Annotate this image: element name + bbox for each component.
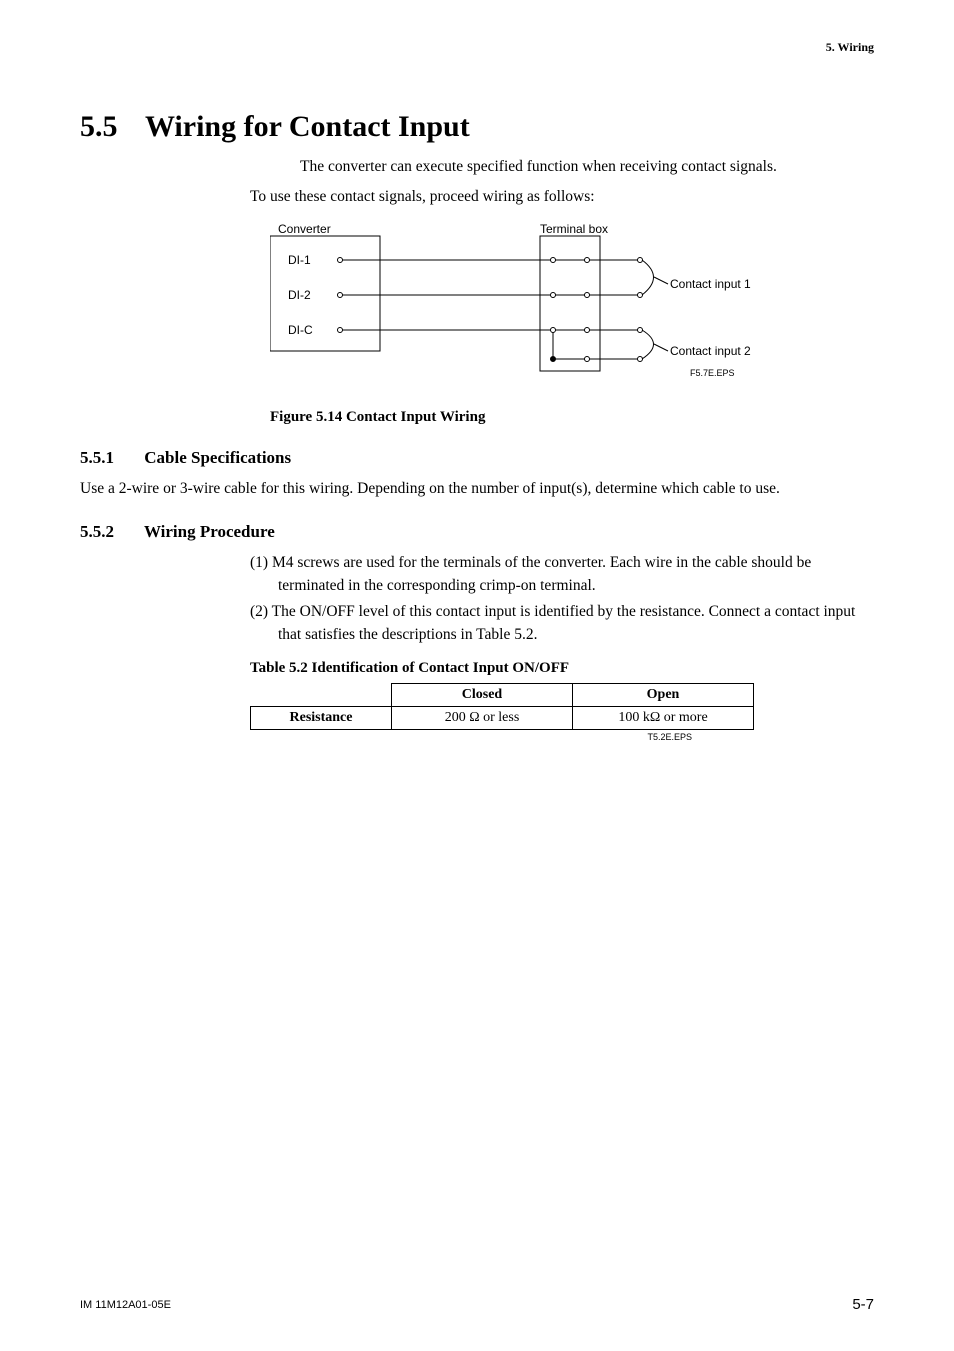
di2-label: DI-2 bbox=[288, 288, 311, 302]
subsection-number-1: 5.5.1 bbox=[80, 448, 140, 468]
tbox-r1 bbox=[585, 258, 590, 263]
col-open: Open bbox=[573, 684, 754, 707]
cell-closed-value: 200 Ω or less bbox=[392, 707, 573, 730]
figure-diagram: Converter DI-1 DI-2 DI-C Terminal box bbox=[270, 224, 874, 399]
subsection-title-2: Wiring Procedure bbox=[144, 522, 275, 541]
page: 5. Wiring 5.5 Wiring for Contact Input T… bbox=[0, 0, 954, 1351]
tbox-l2 bbox=[551, 293, 556, 298]
procedure-item-2: (2) The ON/OFF level of this contact inp… bbox=[250, 601, 874, 646]
dic-label: DI-C bbox=[288, 323, 313, 337]
table-eps-note: T5.2E.EPS bbox=[250, 732, 692, 742]
footer-doc-id: IM 11M12A01-05E bbox=[80, 1299, 171, 1311]
c2-bot bbox=[638, 357, 643, 362]
contact-2-label: Contact input 2 bbox=[670, 344, 751, 358]
section-title: 5.5 Wiring for Contact Input bbox=[80, 110, 874, 144]
table-row: Resistance 200 Ω or less 100 kΩ or more bbox=[251, 707, 754, 730]
tbox-r2 bbox=[585, 293, 590, 298]
cable-spec-paragraph: Use a 2-wire or 3-wire cable for this wi… bbox=[80, 478, 874, 500]
intro-paragraph: To use these contact signals, proceed wi… bbox=[250, 188, 874, 206]
subsection-number-2: 5.5.2 bbox=[80, 522, 140, 542]
subsection-wiring-proc: 5.5.2 Wiring Procedure bbox=[80, 522, 874, 542]
terminal-dic bbox=[338, 328, 343, 333]
procedure-item-2-text: (2) The ON/OFF level of this contact inp… bbox=[250, 601, 874, 646]
section-title-text: Wiring for Contact Input bbox=[145, 110, 470, 143]
footer-page-number: 5-7 bbox=[852, 1296, 874, 1313]
contact-2-arc bbox=[642, 330, 654, 359]
c1-bot bbox=[638, 293, 643, 298]
section-number: 5.5 bbox=[80, 110, 138, 144]
terminal-box bbox=[540, 236, 600, 371]
procedure-item-1: (1) M4 screws are used for the terminals… bbox=[250, 552, 874, 597]
subsection-cable-spec: 5.5.1 Cable Specifications bbox=[80, 448, 874, 468]
intro-paragraph-indented: The converter can execute specified func… bbox=[300, 158, 874, 176]
procedure-item-1-text: (1) M4 screws are used for the terminals… bbox=[250, 552, 874, 597]
tbox-l3 bbox=[551, 328, 556, 333]
c2-top bbox=[638, 328, 643, 333]
row-label-resistance: Resistance bbox=[251, 707, 392, 730]
terminal-di2 bbox=[338, 293, 343, 298]
page-header-chapter: 5. Wiring bbox=[826, 40, 874, 55]
table-header-row: Closed Open bbox=[251, 684, 754, 707]
tbox-l4-junction bbox=[551, 357, 556, 362]
tbox-r4 bbox=[585, 357, 590, 362]
contact-1-arc bbox=[642, 260, 654, 295]
identification-table: Closed Open Resistance 200 Ω or less 100… bbox=[250, 683, 754, 730]
col-closed: Closed bbox=[392, 684, 573, 707]
subsection-title-1: Cable Specifications bbox=[144, 448, 291, 467]
tbox-r3 bbox=[585, 328, 590, 333]
terminal-di1 bbox=[338, 258, 343, 263]
table-caption: Table 5.2 Identification of Contact Inpu… bbox=[250, 660, 874, 677]
di1-label: DI-1 bbox=[288, 253, 311, 267]
figure-caption: Figure 5.14 Contact Input Wiring bbox=[270, 409, 874, 426]
converter-box bbox=[270, 236, 380, 351]
table-corner-empty bbox=[251, 684, 392, 707]
converter-label: Converter bbox=[278, 224, 331, 236]
c1-top bbox=[638, 258, 643, 263]
tbox-l1 bbox=[551, 258, 556, 263]
contact-1-label: Contact input 1 bbox=[670, 277, 751, 291]
contact-2-leader bbox=[654, 344, 668, 351]
terminal-box-label: Terminal box bbox=[540, 224, 608, 236]
contact-1-leader bbox=[654, 277, 668, 284]
cell-open-value: 100 kΩ or more bbox=[573, 707, 754, 730]
figure-eps-note: F5.7E.EPS bbox=[690, 368, 735, 378]
contact-input-wiring-diagram: Converter DI-1 DI-2 DI-C Terminal box bbox=[270, 224, 770, 394]
